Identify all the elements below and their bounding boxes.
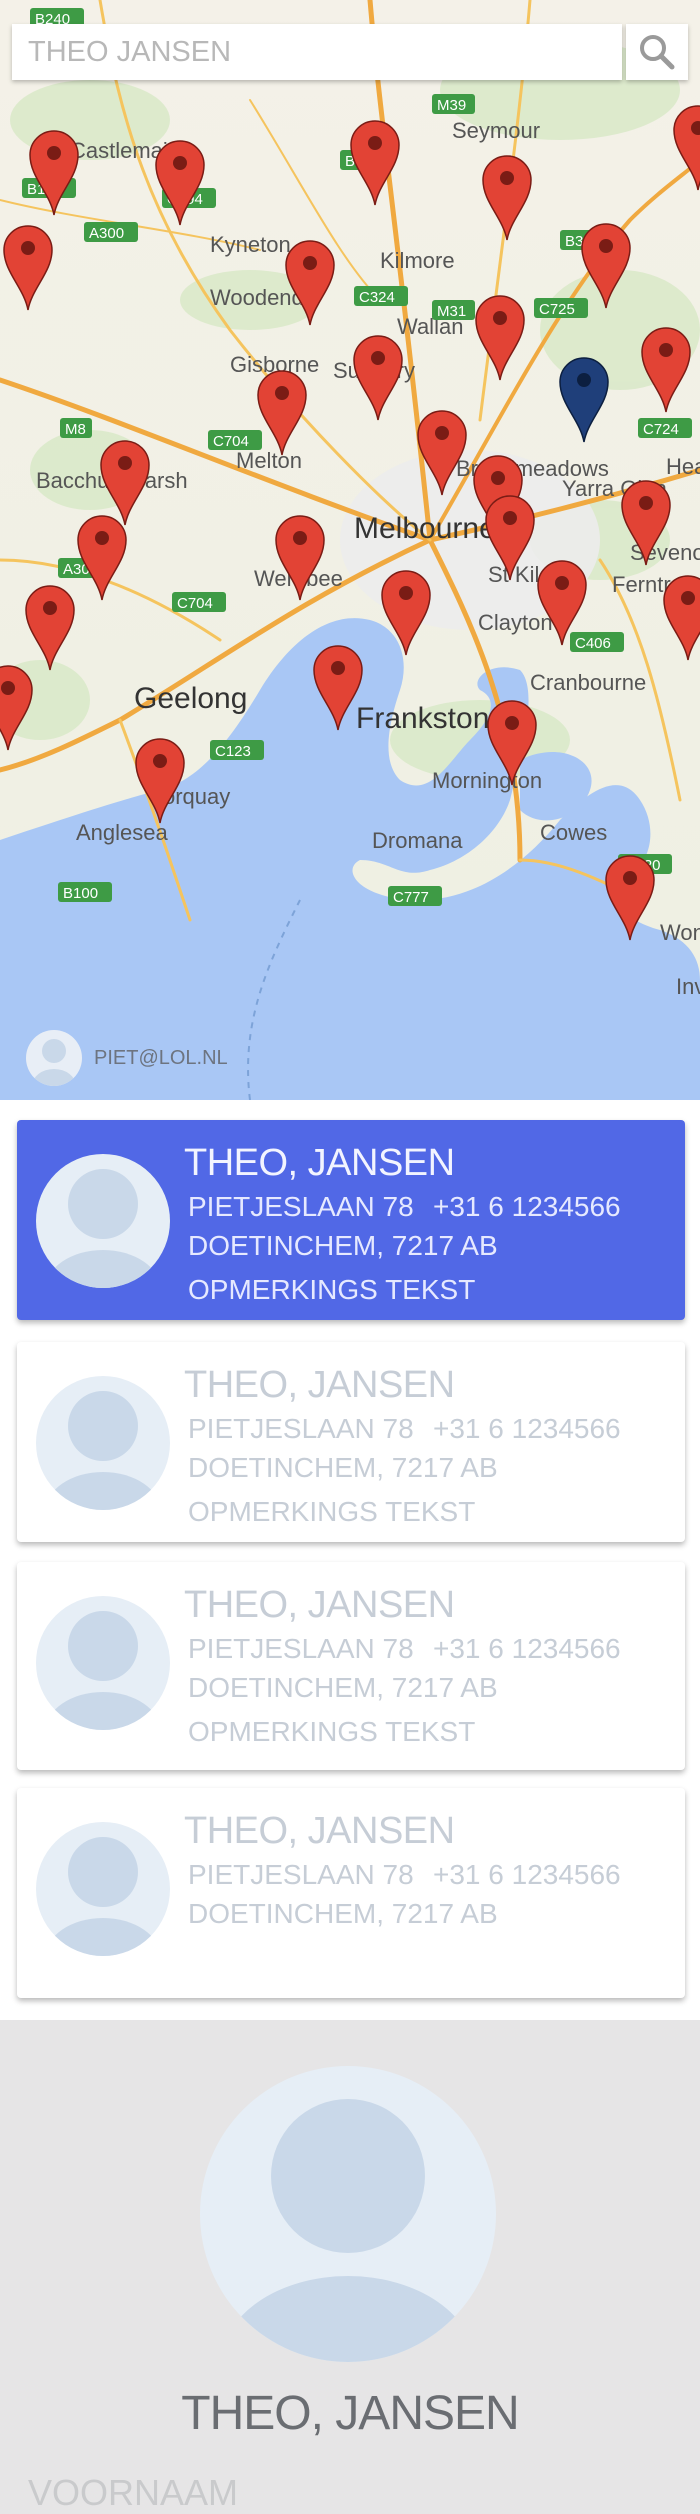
svg-text:Melbourne: Melbourne: [354, 512, 496, 545]
search-icon: [640, 35, 675, 70]
search-bar: [12, 24, 622, 80]
contact-avatar-icon: [36, 1376, 170, 1510]
road-shield-label: A300: [89, 225, 124, 242]
svg-text:Healesville: Healesville: [666, 454, 700, 479]
contact-phone: +31 6 1234566: [433, 1633, 621, 1664]
road-shield-label: C725: [539, 301, 575, 318]
road-shield-label: M31: [437, 303, 466, 320]
contact-card[interactable]: THEO, JANSEN PIETJESLAAN 78 +31 6 123456…: [17, 1788, 685, 1998]
account-email: PIET@LOL.NL: [94, 1046, 228, 1069]
road-shield-label: C777: [393, 889, 429, 906]
svg-text:Frankston: Frankston: [356, 702, 489, 735]
contact-city: DOETINCHEM, 7217 AB: [188, 1672, 498, 1703]
contact-avatar-icon: [36, 1154, 170, 1288]
contact-name: THEO, JANSEN: [184, 1584, 455, 1626]
contact-name: THEO, JANSEN: [184, 1142, 455, 1184]
account-avatar-icon: [26, 1030, 82, 1086]
svg-text:Clayton: Clayton: [478, 610, 553, 635]
detail-avatar-icon: [200, 2066, 496, 2362]
svg-text:Cowes: Cowes: [540, 820, 607, 845]
road-shield-label: B100: [63, 885, 98, 902]
road-shield-label: C724: [643, 421, 679, 438]
contact-address: PIETJESLAAN 78: [188, 1413, 414, 1444]
contact-avatar-icon: [36, 1596, 170, 1730]
svg-text:Anglesea: Anglesea: [76, 820, 169, 845]
svg-text:Mornington: Mornington: [432, 768, 542, 793]
detail-field-label: VOORNAAM: [28, 2472, 239, 2513]
contact-name: THEO, JANSEN: [184, 1810, 455, 1852]
svg-text:Cranbourne: Cranbourne: [530, 670, 646, 695]
contact-note: OPMERKINGS TEKST: [188, 1274, 476, 1305]
map-canvas[interactable]: Castlemaine Seymour Kyneton Kilmore Wood…: [0, 0, 700, 1100]
svg-text:Geelong: Geelong: [134, 682, 247, 715]
contact-card[interactable]: THEO, JANSEN PIETJESLAAN 78 +31 6 123456…: [17, 1562, 685, 1770]
svg-text:Inverloch: Inverloch: [676, 974, 700, 999]
svg-text:Melton: Melton: [236, 448, 302, 473]
road-shield-label: M8: [65, 421, 86, 438]
road-shield-label: C406: [575, 635, 611, 652]
contact-list[interactable]: THEO, JANSEN PIETJESLAAN 78 +31 6 123456…: [0, 1100, 700, 2020]
contact-phone: +31 6 1234566: [433, 1859, 621, 1890]
contact-address: PIETJESLAAN 78: [188, 1633, 414, 1664]
svg-text:Seymour: Seymour: [452, 118, 540, 143]
contact-city: DOETINCHEM, 7217 AB: [188, 1452, 498, 1483]
contact-address: PIETJESLAAN 78: [188, 1191, 414, 1222]
search-input[interactable]: [12, 24, 622, 80]
road-shield-label: C324: [359, 289, 395, 306]
svg-text:Kilmore: Kilmore: [380, 248, 455, 273]
account-chip[interactable]: PIET@LOL.NL: [26, 1030, 228, 1086]
road-shield-label: C704: [213, 433, 249, 450]
contact-name: THEO, JANSEN: [184, 1364, 455, 1406]
contact-avatar-icon: [36, 1822, 170, 1956]
contact-card[interactable]: THEO, JANSEN PIETJESLAAN 78 +31 6 123456…: [17, 1120, 685, 1320]
svg-text:Wonthaggi: Wonthaggi: [660, 920, 700, 945]
contact-note: OPMERKINGS TEKST: [188, 1496, 476, 1527]
contact-card[interactable]: THEO, JANSEN PIETJESLAAN 78 +31 6 123456…: [17, 1342, 685, 1542]
road-shield-label: M39: [437, 97, 466, 114]
search-button[interactable]: [626, 24, 688, 80]
detail-name: THEO, JANSEN: [181, 2387, 519, 2440]
road-shield-label: C123: [215, 743, 251, 760]
svg-text:Woodend: Woodend: [210, 285, 304, 310]
contact-city: DOETINCHEM, 7217 AB: [188, 1898, 498, 1929]
contact-note: OPMERKINGS TEKST: [188, 1716, 476, 1747]
svg-text:Dromana: Dromana: [372, 828, 463, 853]
contact-phone: +31 6 1234566: [433, 1191, 621, 1222]
contact-phone: +31 6 1234566: [433, 1413, 621, 1444]
contact-detail: THEO, JANSEN VOORNAAM: [0, 2020, 700, 2513]
contact-city: DOETINCHEM, 7217 AB: [188, 1230, 498, 1261]
road-shield-label: C704: [177, 595, 213, 612]
map-view[interactable]: Castlemaine Seymour Kyneton Kilmore Wood…: [0, 0, 700, 1100]
svg-text:Kyneton: Kyneton: [210, 232, 291, 257]
contact-address: PIETJESLAAN 78: [188, 1859, 414, 1890]
